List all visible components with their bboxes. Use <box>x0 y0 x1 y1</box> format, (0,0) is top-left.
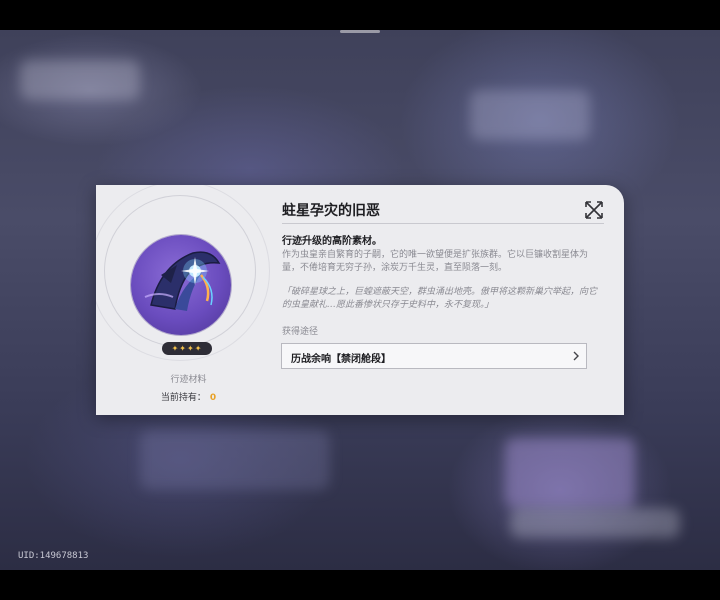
bg-shape <box>505 438 635 508</box>
item-type-label: 行迹材料 <box>170 375 207 385</box>
bg-shape <box>140 430 330 490</box>
bottom-letterbox <box>0 570 720 600</box>
screen-handle <box>340 30 380 33</box>
item-lore: 「破碎星球之上，巨蝗遮蔽天空，群虫涌出地壳。傲甲将这颗新巢穴举起，向它的虫皇献礼… <box>282 287 598 310</box>
holding-label: 当前持有： <box>160 393 206 403</box>
holding-count-row: 当前持有： 0 <box>96 390 281 403</box>
item-title: 蛀星孕灾的旧恶 <box>282 203 380 219</box>
close-icon[interactable] <box>583 199 605 221</box>
source-button-label: 历战余响【禁闭舱段】 <box>291 354 391 365</box>
chevron-right-icon <box>573 351 579 361</box>
top-letterbox <box>0 0 720 30</box>
title-divider <box>282 223 604 224</box>
source-heading: 获得途径 <box>282 327 319 337</box>
bg-shape <box>20 60 140 100</box>
item-description: 作为虫皇亲自繁育的子嗣，它的唯一欲望便是扩张族群。它以巨镰收割星体为量，不倦培育… <box>282 250 589 273</box>
bg-shape <box>510 508 680 538</box>
item-detail-dialog: ✦✦✦✦ 行迹材料 当前持有： 0 蛀星孕灾的旧恶 行迹升级的高阶素材。 作为虫皇… <box>96 185 624 415</box>
holding-count: 0 <box>209 393 217 403</box>
bg-shape <box>470 90 590 140</box>
source-button[interactable]: 历战余响【禁闭舱段】 <box>281 343 587 369</box>
item-preview-panel: ✦✦✦✦ 行迹材料 当前持有： 0 <box>96 185 270 415</box>
uid-label: UID:149678813 <box>18 551 89 561</box>
item-subtitle: 行迹升级的高阶素材。 <box>282 236 382 247</box>
rarity-stars: ✦✦✦✦ <box>162 342 212 355</box>
scythe-material-icon <box>144 251 221 311</box>
